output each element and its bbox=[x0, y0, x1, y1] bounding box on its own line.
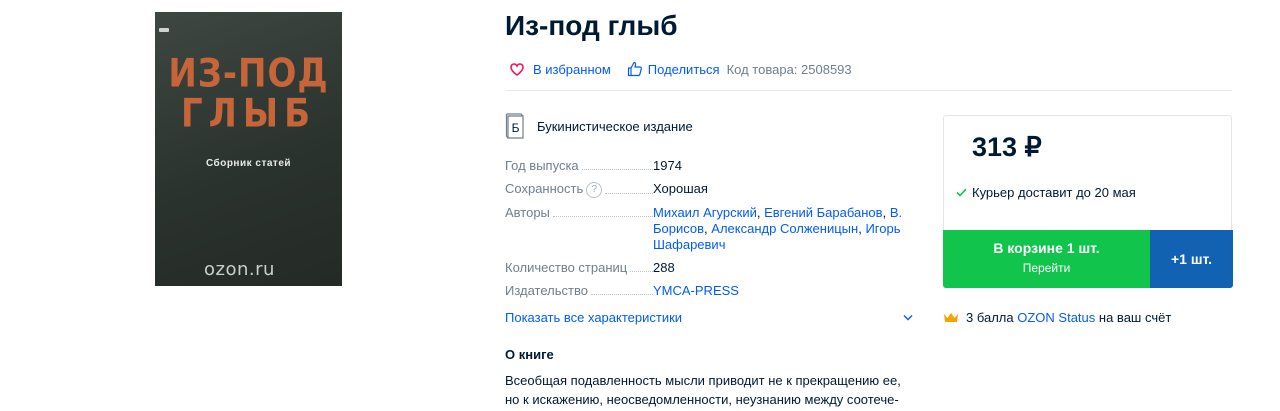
show-all-specs-link[interactable]: Показать все характеристики bbox=[505, 310, 913, 325]
add-one-more-button[interactable]: +1 шт. bbox=[1150, 230, 1233, 288]
cover-title-line2: ГЛЫБ bbox=[180, 91, 317, 137]
heart-icon bbox=[510, 62, 524, 76]
product-actions: В избранном Поделиться Код товара: 25085… bbox=[510, 60, 852, 78]
authors-list: Михаил Агурский, Евгений Барабанов, В. Б… bbox=[653, 204, 903, 252]
product-title: Из-под глыб bbox=[505, 10, 678, 41]
share-button[interactable]: Поделиться bbox=[627, 61, 720, 77]
specs-list: Год выпуска 1974 Сохранность? Хорошая Ав… bbox=[505, 158, 915, 306]
spec-key: Год выпуска bbox=[505, 158, 582, 174]
author-link[interactable]: Михаил Агурский bbox=[653, 205, 757, 220]
spec-key: Количество страниц bbox=[505, 259, 631, 276]
chevron-down-icon bbox=[903, 315, 913, 321]
thumbs-up-icon bbox=[627, 61, 642, 77]
in-cart-button[interactable]: В корзине 1 шт. Перейти bbox=[943, 230, 1150, 288]
spec-key: Сохранность bbox=[505, 181, 584, 196]
favorite-label: В избранном bbox=[533, 61, 611, 77]
cart-status-label: В корзине 1 шт. bbox=[993, 240, 1100, 256]
go-to-cart-label: Перейти bbox=[1022, 261, 1071, 275]
cover-watermark: ozon.ru bbox=[204, 259, 275, 280]
show-all-label: Показать все характеристики bbox=[505, 310, 683, 325]
check-icon bbox=[956, 188, 967, 197]
delivery-text: Курьер доставит до 20 мая bbox=[972, 185, 1136, 200]
spec-year: Год выпуска 1974 bbox=[505, 158, 915, 174]
points-suffix: на ваш счёт bbox=[1098, 310, 1172, 325]
book-icon: Б bbox=[505, 113, 524, 139]
ozon-status-link[interactable]: OZON Status bbox=[1017, 310, 1095, 325]
share-label: Поделиться bbox=[647, 61, 720, 77]
spec-key: Издательство bbox=[505, 282, 591, 299]
favorite-button[interactable]: В избранном bbox=[510, 62, 611, 77]
spec-condition: Сохранность? Хорошая bbox=[505, 181, 915, 198]
spec-value: 1974 bbox=[653, 158, 682, 173]
author-link[interactable]: Александр Солженицын bbox=[711, 221, 858, 236]
spec-key: Авторы bbox=[505, 204, 553, 221]
spec-value: 288 bbox=[653, 259, 675, 275]
publisher-link[interactable]: YMCA-PRESS bbox=[653, 283, 739, 298]
spec-publisher: Издательство YMCA-PRESS bbox=[505, 282, 915, 299]
about-heading: О книге bbox=[505, 347, 554, 362]
spec-authors: Авторы Михаил Агурский, Евгений Барабано… bbox=[505, 204, 915, 253]
ozon-status-points: 3 балла OZON Status на ваш счёт bbox=[943, 310, 1171, 325]
header-divider bbox=[505, 90, 1232, 91]
price: 313 ₽ bbox=[972, 132, 1042, 162]
author-link[interactable]: Евгений Барабанов bbox=[764, 205, 883, 220]
cover-subtitle: Сборник статей bbox=[205, 158, 292, 169]
delivery-info: Курьер доставит до 20 мая bbox=[956, 185, 1136, 200]
cover-decoration bbox=[159, 28, 169, 32]
spec-value: Хорошая bbox=[653, 181, 708, 196]
points-prefix: 3 балла bbox=[966, 310, 1014, 325]
book-cover-image[interactable]: ИЗ-ПОД ГЛЫБ Сборник статей ozon.ru bbox=[155, 12, 342, 286]
used-edition-badge: Б Букинистическое издание bbox=[505, 112, 693, 140]
used-icon-letter: Б bbox=[512, 121, 520, 135]
used-edition-label: Букинистическое издание bbox=[537, 118, 693, 134]
spec-pages: Количество страниц 288 bbox=[505, 259, 915, 276]
product-sku: Код товара: 2508593 bbox=[726, 61, 852, 77]
buy-box: 313 ₽ Курьер доставит до 20 мая В корзин… bbox=[943, 115, 1233, 288]
help-icon[interactable]: ? bbox=[586, 181, 603, 198]
about-text: Всеобщая подавленность мысли приводит не… bbox=[505, 373, 901, 407]
crown-icon bbox=[944, 313, 958, 322]
